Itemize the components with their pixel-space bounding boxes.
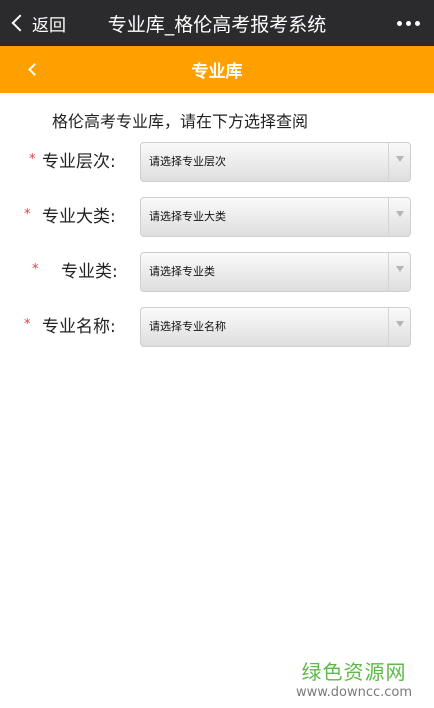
intro-text: 格伦高考专业库，请在下方选择查阅 <box>52 112 309 131</box>
required-mark: * <box>24 317 31 332</box>
back-button[interactable]: 返回 <box>8 0 66 46</box>
watermark-url: www.downcc.com <box>295 685 413 700</box>
required-mark: * <box>24 207 31 222</box>
chevron-down-icon <box>395 211 404 217</box>
watermark-title: 绿色资源网 <box>301 660 407 684</box>
app-top-bar: 返回 专业库_格伦高考报考系统 <box>0 0 434 46</box>
back-label: 返回 <box>32 15 66 36</box>
more-dots-icon <box>406 20 411 26</box>
select-category[interactable]: 请选择专业大类 <box>140 197 411 237</box>
dropdown-handle <box>388 308 410 346</box>
page-header: 专业库 <box>0 46 434 93</box>
select-name[interactable]: 请选择专业名称 <box>140 307 411 347</box>
field-label-name: 专业名称: <box>42 317 116 337</box>
select-value: 请选择专业大类 <box>149 210 226 223</box>
select-value: 请选择专业名称 <box>149 320 226 333</box>
required-mark: * <box>32 262 39 277</box>
page-title: 专业库 <box>191 62 243 82</box>
more-options-button[interactable] <box>397 0 420 46</box>
form-row-name: * 专业名称: 请选择专业名称 <box>0 307 434 347</box>
more-dots-icon <box>397 20 402 26</box>
select-level[interactable]: 请选择专业层次 <box>140 142 411 182</box>
chevron-down-icon <box>395 321 404 327</box>
more-dots-icon <box>415 20 420 26</box>
select-class[interactable]: 请选择专业类 <box>140 252 411 292</box>
chevron-down-icon <box>395 156 404 162</box>
required-mark: * <box>29 152 36 167</box>
field-label-class: 专业类: <box>61 262 118 282</box>
select-value: 请选择专业层次 <box>149 155 226 168</box>
chevron-left-icon <box>11 14 29 32</box>
select-value: 请选择专业类 <box>149 265 215 278</box>
dropdown-handle <box>388 198 410 236</box>
dropdown-handle <box>388 253 410 291</box>
watermark: 绿色资源网 www.downcc.com <box>294 656 414 700</box>
form-row-category: * 专业大类: 请选择专业大类 <box>0 197 434 237</box>
form-row-level: * 专业层次: 请选择专业层次 <box>0 142 434 182</box>
dropdown-handle <box>388 143 410 181</box>
chevron-down-icon <box>395 266 404 272</box>
field-label-level: 专业层次: <box>42 152 116 172</box>
window-title: 专业库_格伦高考报考系统 <box>107 13 327 36</box>
form-row-class: * 专业类: 请选择专业类 <box>0 252 434 292</box>
field-label-category: 专业大类: <box>42 207 116 227</box>
